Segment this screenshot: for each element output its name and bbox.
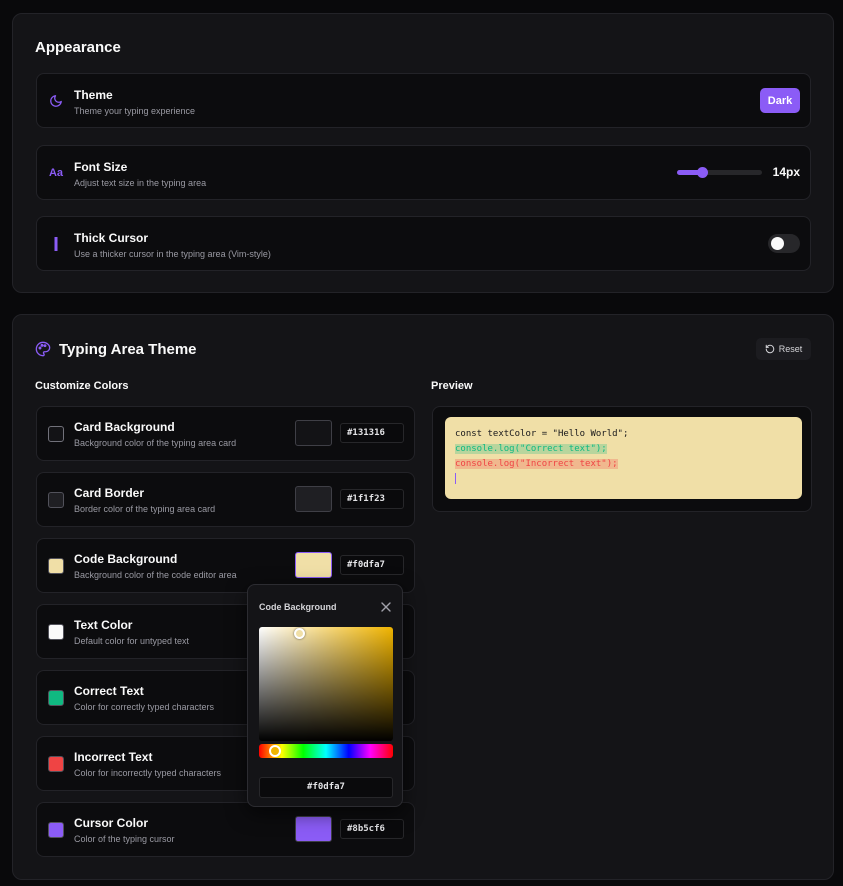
font-size-value: 14px [772,165,800,179]
color-title: Card Border [74,486,145,500]
color-swatch[interactable] [48,690,64,706]
color-preview-swatch[interactable] [295,816,332,842]
color-swatch[interactable] [48,558,64,574]
color-desc: Color for incorrectly typed characters [74,768,222,778]
code-line-default: const textColor = "Hello World"; [455,429,629,439]
font-size-title: Font Size [74,160,128,174]
color-preview-swatch[interactable] [295,552,332,578]
code-line-correct: console.log("Correct text"); [455,444,607,454]
thick-cursor-desc: Use a thicker cursor in the typing area … [74,249,271,259]
color-desc: Background color of the typing area card [74,438,237,448]
theme-setting-row: Theme Theme your typing experience Dark [36,73,811,128]
color-title: Text Color [74,618,133,632]
preview-card: const textColor = "Hello World"; console… [432,406,812,512]
picker-title: Code Background [259,602,337,612]
saturation-handle[interactable] [294,627,306,639]
color-preview-swatch[interactable] [295,420,332,446]
reset-label: Reset [778,344,803,354]
appearance-title: Appearance [35,39,121,56]
font-size-icon: Aa [48,167,64,179]
thick-cursor-toggle[interactable] [768,234,800,253]
hex-input[interactable]: #8b5cf6 [340,819,404,839]
color-desc: Color of the typing cursor [74,834,175,844]
color-title: Cursor Color [74,816,149,830]
color-desc: Border color of the typing area card [74,504,216,514]
thick-cursor-setting-row: Thick Cursor Use a thicker cursor in the… [36,216,811,271]
toggle-knob [771,237,784,250]
color-desc: Color for correctly typed characters [74,702,215,712]
color-swatch[interactable] [48,756,64,772]
color-swatch[interactable] [48,426,64,442]
hex-input[interactable]: #f0dfa7 [340,555,404,575]
cursor-bar-icon [48,236,64,252]
customize-colors-label: Customize Colors [35,380,129,392]
color-row: Card Background Background color of the … [36,406,415,461]
color-preview-swatch[interactable] [295,486,332,512]
code-line-incorrect: console.log("Incorrect text"); [455,459,618,469]
font-size-desc: Adjust text size in the typing area [74,178,207,188]
font-size-slider-thumb[interactable] [696,167,708,178]
saturation-brightness-area[interactable] [259,627,393,741]
code-preview: const textColor = "Hello World"; console… [445,417,802,499]
moon-icon [48,93,64,109]
thick-cursor-title: Thick Cursor [74,231,149,245]
preview-label: Preview [431,380,473,392]
reset-button[interactable]: Reset [756,338,811,360]
color-swatch[interactable] [48,624,64,640]
hex-input[interactable]: #131316 [340,423,404,443]
theme-title: Theme [74,88,113,102]
color-row: Card Border Border color of the typing a… [36,472,415,527]
hex-input[interactable]: #1f1f23 [340,489,404,509]
color-desc: Default color for untyped text [74,636,190,646]
typing-theme-title: Typing Area Theme [59,341,197,358]
color-swatch[interactable] [48,822,64,838]
color-title: Code Background [74,552,178,566]
palette-icon [35,341,51,357]
font-size-slider[interactable] [677,167,762,178]
color-swatch[interactable] [48,492,64,508]
font-size-setting-row: Aa Font Size Adjust text size in the typ… [36,145,811,200]
hue-handle[interactable] [269,745,282,757]
color-desc: Background color of the code editor area [74,570,237,580]
theme-dark-button[interactable]: Dark [760,88,800,113]
appearance-section: Appearance Theme Theme your typing exper… [12,13,834,293]
theme-desc: Theme your typing experience [74,106,196,116]
color-row: Cursor Color Color of the typing cursor … [36,802,415,857]
reset-icon [765,344,775,354]
close-icon[interactable] [380,600,392,612]
hue-slider[interactable] [259,744,393,758]
color-picker-popover: Code Background #f0dfa7 [247,584,403,807]
picker-hex-input[interactable]: #f0dfa7 [259,777,393,798]
color-title: Card Background [74,420,175,434]
color-title: Correct Text [74,684,144,698]
typing-area-theme-section: Typing Area Theme Reset Customize Colors… [12,314,834,880]
preview-cursor [455,473,456,484]
color-title: Incorrect Text [74,750,153,764]
